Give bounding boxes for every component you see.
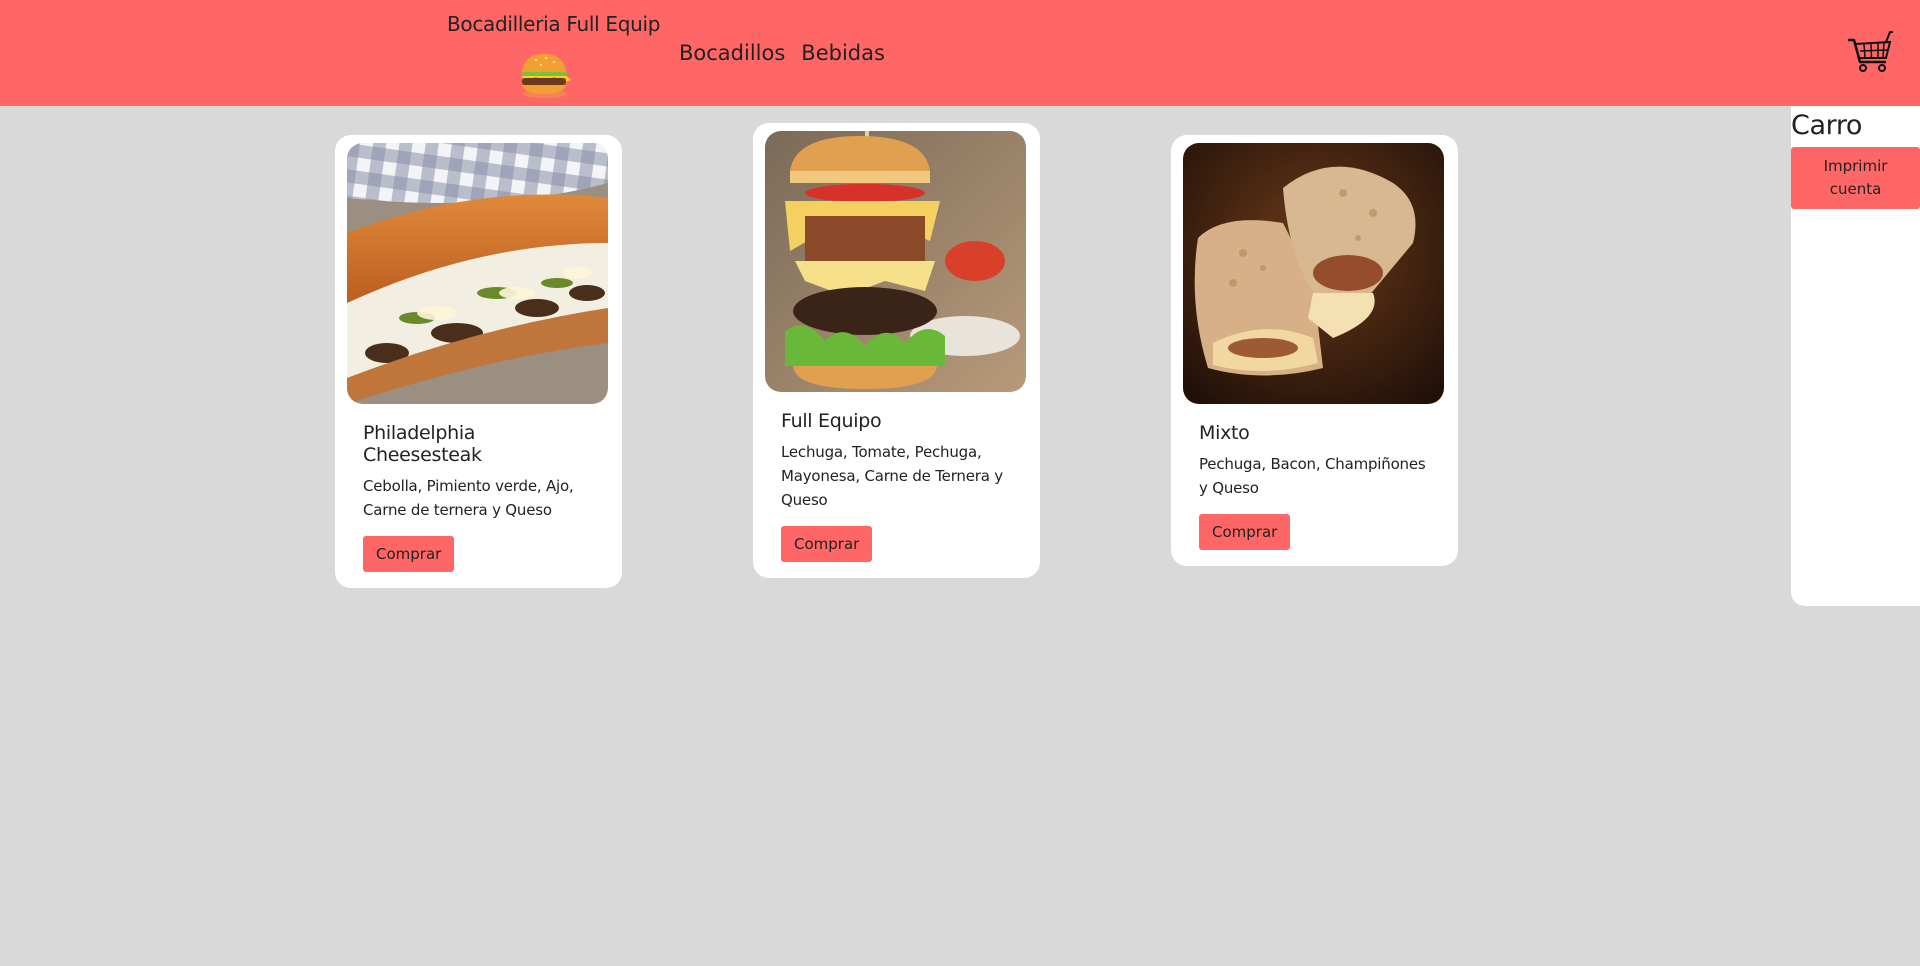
hamburger-icon [521, 54, 571, 98]
cart-title: Carro [1791, 110, 1863, 141]
print-receipt-button[interactable]: Imprimir cuenta [1791, 147, 1920, 209]
buy-button[interactable]: Comprar [363, 536, 455, 572]
buy-button[interactable]: Comprar [1199, 514, 1291, 550]
product-image-cheesesteak [347, 143, 608, 404]
brand[interactable]: Bocadilleria Full Equip [447, 12, 661, 100]
product-card: Full Equipo Lechuga, Tomate, Pechuga, Ma… [753, 123, 1040, 578]
nav-link-bebidas[interactable]: Bebidas [801, 41, 885, 65]
top-navbar: Bocadilleria Full Equip Bocadillos Bebid… [0, 0, 1920, 106]
product-title: Full Equipo [781, 410, 882, 432]
product-image-mixto [1183, 143, 1444, 404]
product-title: Mixto [1199, 422, 1250, 444]
buy-button[interactable]: Comprar [781, 526, 873, 562]
product-description: Lechuga, Tomate, Pechuga, Mayonesa, Carn… [781, 443, 1003, 509]
product-image-full-equipo [765, 131, 1026, 392]
product-card: Philadelphia Cheesesteak Cebolla, Pimien… [335, 135, 622, 588]
brand-name[interactable]: Bocadilleria Full Equip [447, 12, 661, 36]
product-card: Mixto Pechuga, Bacon, Champiñones y Ques… [1171, 135, 1458, 566]
nav-link-bocadillos[interactable]: Bocadillos [679, 41, 785, 65]
main-nav: Bocadillos Bebidas [679, 41, 885, 65]
product-description: Cebolla, Pimiento verde, Ajo, Carne de t… [363, 477, 574, 519]
product-description: Pechuga, Bacon, Champiñones y Queso [1199, 455, 1426, 497]
product-title: Philadelphia Cheesesteak [363, 422, 482, 466]
cart-panel: Carro Imprimir cuenta [1791, 106, 1920, 606]
shopping-cart-icon[interactable] [1846, 30, 1894, 74]
